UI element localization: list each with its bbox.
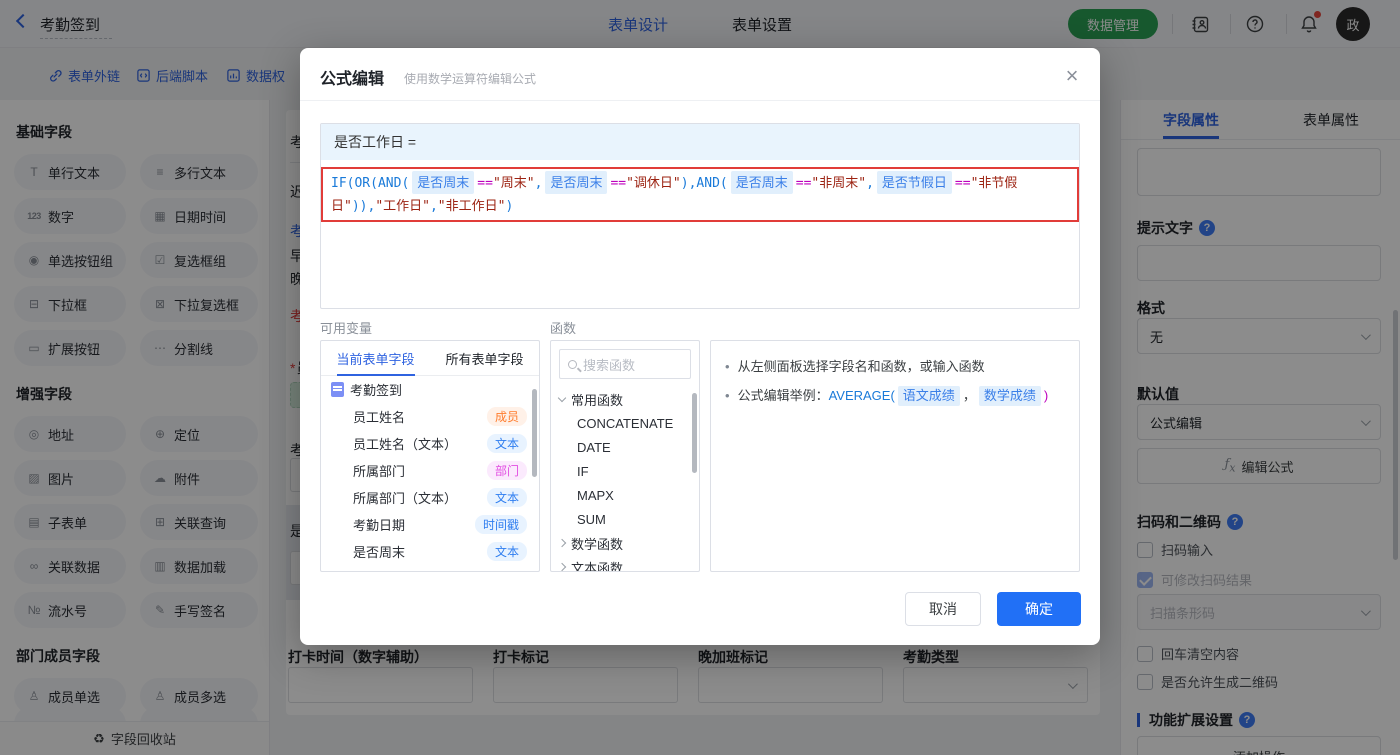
bullet-icon: • (725, 388, 730, 403)
variable-item[interactable]: 员工姓名 成员 (321, 403, 539, 430)
tab-all-form-fields[interactable]: 所有表单字段 (430, 341, 539, 375)
formula-editor-modal: 公式编辑 使用数学运算符编辑公式 × 是否工作日 = IF(OR(AND(是否周… (300, 48, 1100, 645)
function-item[interactable]: SUM (551, 507, 699, 531)
code-token: ),AND( (680, 176, 728, 191)
modal-title: 公式编辑 (320, 71, 385, 88)
code-token: IF(OR(AND( (331, 176, 410, 191)
variable-name: 员工姓名（文本） (353, 437, 458, 452)
code-token: )), (351, 199, 376, 214)
type-badge-text: 文本 (486, 488, 527, 507)
help-bullet-1: • 从左侧面板选择字段名和函数，或输入函数 (725, 357, 1065, 377)
code-token: == (954, 176, 971, 191)
field-chip: 是否周末 (412, 171, 475, 194)
function-item[interactable]: MAPX (551, 483, 699, 507)
code-token: "非周末" (811, 176, 867, 191)
function-group-collapsed[interactable]: 数学函数 (551, 531, 699, 555)
function-group-label: 常用函数 (571, 392, 624, 408)
variables-scrollbar[interactable] (532, 389, 537, 477)
function-group-expanded[interactable]: 常用函数 (551, 387, 699, 411)
code-token: "周末" (492, 176, 535, 191)
code-token: "非工作日" (437, 199, 506, 214)
bullet-icon: • (725, 359, 730, 374)
variables-label: 可用变量 (320, 321, 373, 336)
code-token: == (610, 176, 627, 191)
divider (300, 100, 1100, 101)
formula-editor: 是否工作日 = IF(OR(AND(是否周末 =="周末", 是否周末 =="调休日"… (320, 123, 1080, 309)
function-group-label: 文本函数 (571, 560, 624, 572)
code-token: "工作日" (375, 199, 430, 214)
code-token: ) (505, 199, 514, 214)
variables-panel: 当前表单字段 所有表单字段 考勤签到 员工姓名 成员 员工姓名（文本） 文本 所属部门 部门… (320, 340, 540, 572)
variable-name: 员工姓名 (353, 410, 406, 425)
type-badge-member: 成员 (486, 407, 527, 426)
formula-target: 是否工作日 = (321, 124, 1079, 160)
formula-code-area[interactable]: IF(OR(AND(是否周末 =="周末", 是否周末 =="调休日"),AND(是否… (321, 167, 1079, 222)
variable-name: 所属部门 (353, 464, 406, 479)
function-group-collapsed[interactable]: 文本函数 (551, 555, 699, 572)
type-badge-text: 文本 (486, 434, 527, 453)
variable-item[interactable]: 所属部门 部门 (321, 457, 539, 484)
close-icon[interactable]: × (1056, 60, 1088, 92)
confirm-button[interactable]: 确定 (997, 592, 1081, 626)
variable-item[interactable]: 考勤日期 时间戳 (321, 511, 539, 538)
code-token: , (866, 176, 874, 191)
code-token: == (795, 176, 812, 191)
function-group-label: 数学函数 (571, 536, 624, 552)
form-doc-icon (331, 382, 344, 397)
variable-item[interactable]: 所属部门（文本） 文本 (321, 484, 539, 511)
help-panel: • 从左侧面板选择字段名和函数，或输入函数 • 公式编辑举例：AVERAGE(语… (710, 340, 1080, 572)
cancel-button[interactable]: 取消 (905, 592, 981, 626)
function-item[interactable]: IF (551, 459, 699, 483)
function-item[interactable]: DATE (551, 435, 699, 459)
code-token: , (534, 176, 543, 191)
chevron-right-icon (557, 562, 567, 571)
field-chip: 是否周末 (730, 171, 793, 194)
type-badge-text: 文本 (486, 542, 527, 561)
chevron-down-icon (557, 393, 567, 402)
variable-name: 所属部门（文本） (353, 491, 458, 506)
code-token: == (477, 176, 493, 191)
formula-example: 公式编辑举例：AVERAGE(语文成绩，数学成绩) (738, 386, 1048, 406)
type-badge-timestamp: 时间戳 (474, 515, 527, 534)
functions-scrollbar[interactable] (692, 393, 697, 473)
code-token: , (429, 199, 438, 214)
variable-tree-root[interactable]: 考勤签到 (321, 376, 539, 403)
field-chip: 是否节假日 (876, 171, 952, 194)
variable-item[interactable]: 员工姓名（文本） 文本 (321, 430, 539, 457)
functions-panel: 搜索函数 常用函数 CONCATENATE DATE IF MAPX SUM 数学函数文本函… (550, 340, 700, 572)
app-root: 考勤签到 表单设计 表单设置 数据管理 政 表单外链 后端脚本 数据权 基础字段… (0, 0, 1400, 755)
field-chip: 是否周末 (545, 171, 608, 194)
function-search-input[interactable]: 搜索函数 (559, 349, 691, 379)
chevron-right-icon (557, 538, 567, 548)
modal-subtitle: 使用数学运算符编辑公式 (404, 72, 537, 86)
search-icon (568, 359, 577, 369)
variable-name: 考勤日期 (353, 518, 406, 533)
variable-item[interactable]: 是否周末 文本 (321, 538, 539, 565)
help-bullet-2: • 公式编辑举例：AVERAGE(语文成绩，数学成绩) (725, 386, 1065, 406)
function-item[interactable]: CONCATENATE (551, 411, 699, 435)
tab-current-form-fields[interactable]: 当前表单字段 (321, 341, 430, 375)
functions-label: 函数 (550, 321, 577, 336)
variable-name: 是否周末 (353, 545, 406, 560)
variables-tabs: 当前表单字段 所有表单字段 (321, 341, 539, 376)
variable-root-label: 考勤签到 (350, 383, 403, 398)
search-placeholder: 搜索函数 (583, 357, 636, 373)
code-token: "调休日" (626, 176, 681, 191)
type-badge-dept: 部门 (486, 461, 527, 480)
